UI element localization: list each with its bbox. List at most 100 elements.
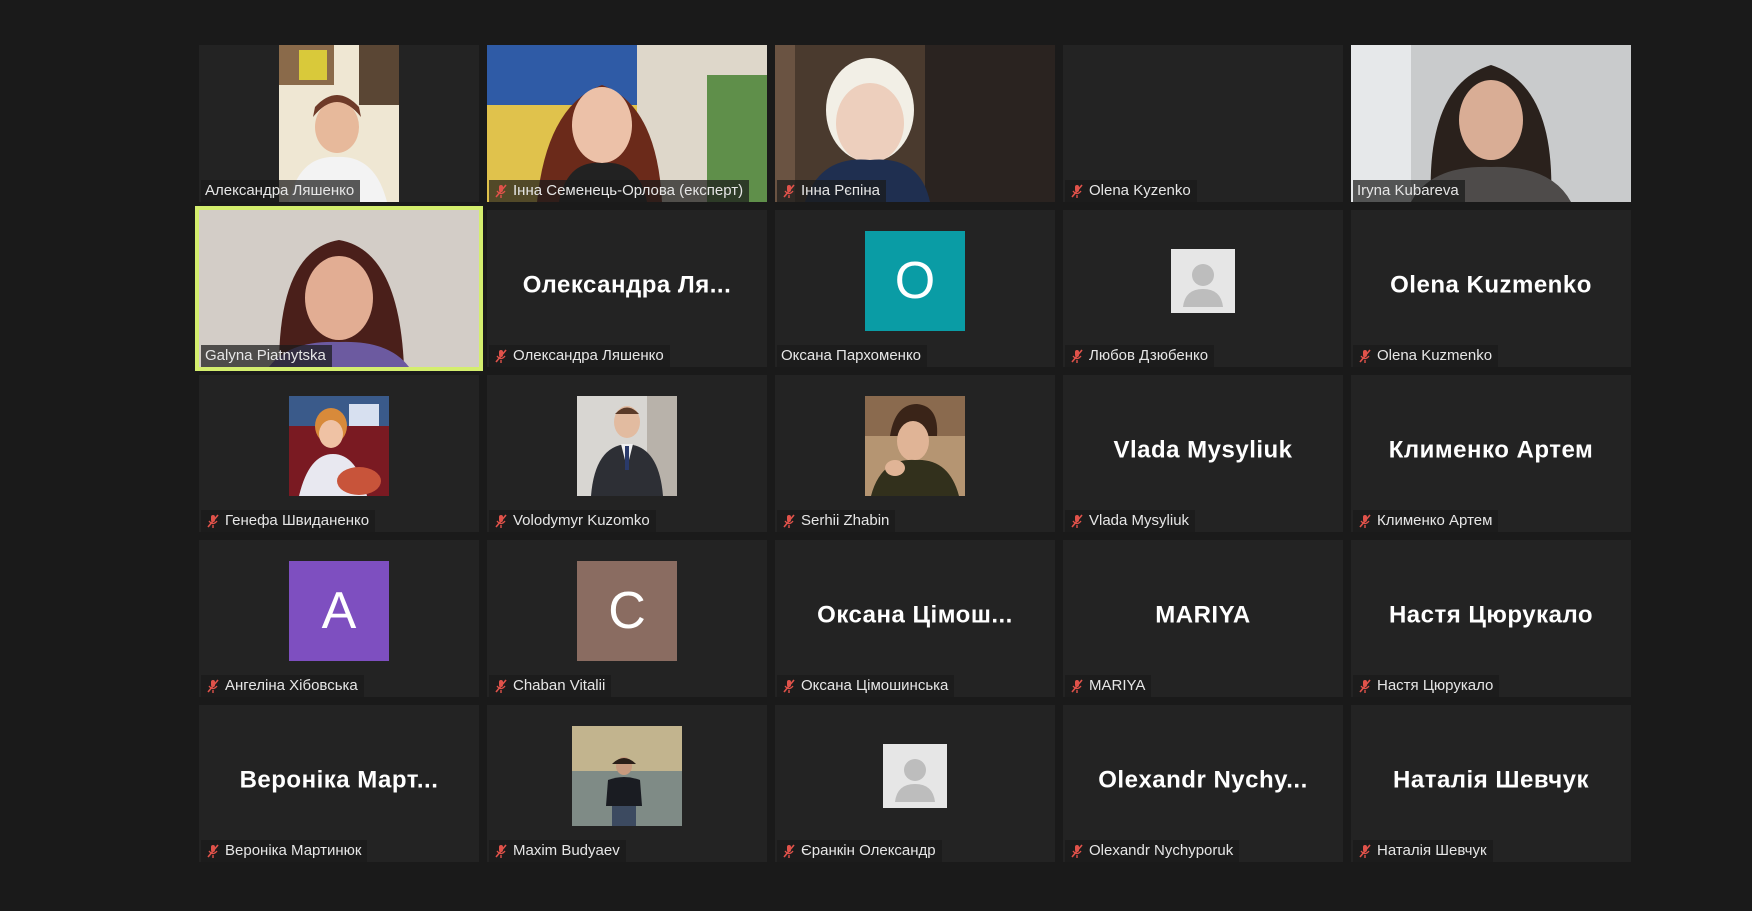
letter-avatar: O xyxy=(865,230,965,331)
video-feed xyxy=(1351,45,1631,202)
participant-name: Volodymyr Kuzomko xyxy=(513,512,650,529)
participant-name: Maxim Budyaev xyxy=(513,842,620,859)
participant-name-tag: Olena Kyzenko xyxy=(1065,180,1197,202)
participant-tile[interactable]: Serhii Zhabin xyxy=(775,375,1055,532)
participant-tile[interactable]: O Оксана Пархоменко xyxy=(775,210,1055,367)
participant-tile[interactable]: Інна Семенець-Орлова (експерт) xyxy=(487,45,767,202)
participant-name: Vlada Mysyliuk xyxy=(1089,512,1190,529)
participant-name: Оксана Пархоменко xyxy=(781,347,922,364)
participant-name: Chaban Vitalii xyxy=(513,677,606,694)
participant-display-name: Наталія Шевчук xyxy=(1393,766,1589,794)
participant-name: Наталія Шевчук xyxy=(1377,842,1487,859)
participant-tile[interactable]: Любов Дзюбенко xyxy=(1063,210,1343,367)
participant-display-name: Vlada Mysyliuk xyxy=(1113,436,1293,464)
participant-name: Оксана Цімошинська xyxy=(801,677,949,694)
participant-name: MARIYA xyxy=(1089,677,1146,694)
muted-mic-icon xyxy=(783,514,795,528)
participant-name: Вероніка Мартинюк xyxy=(225,842,362,859)
participant-display-name: Вероніка Март... xyxy=(239,766,439,794)
participant-tile[interactable]: Наталія Шевчук Наталія Шевчук xyxy=(1351,705,1631,862)
participant-name-tag: Оксана Пархоменко xyxy=(777,345,928,367)
participant-tile-active-speaker[interactable]: Galyna Piatnytska xyxy=(195,206,483,371)
profile-photo xyxy=(577,395,677,496)
participant-name-tag: Любов Дзюбенко xyxy=(1065,345,1215,367)
participant-name-tag: Александра Ляшенко xyxy=(201,180,361,202)
participant-name-tag: Galyna Piatnytska xyxy=(201,345,332,367)
participant-tile[interactable]: Єранкін Олександр xyxy=(775,705,1055,862)
participant-tile[interactable]: Вероніка Март... Вероніка Мартинюк xyxy=(199,705,479,862)
participant-tile[interactable]: Maxim Budyaev xyxy=(487,705,767,862)
participant-name: Любов Дзюбенко xyxy=(1089,347,1209,364)
participant-name: Інна Семенець-Орлова (експерт) xyxy=(513,182,744,199)
muted-mic-icon xyxy=(495,514,507,528)
muted-mic-icon xyxy=(207,514,219,528)
participant-name-tag: MARIYA xyxy=(1065,675,1152,697)
participant-name: Настя Цюрукало xyxy=(1377,677,1494,694)
participant-name: Олександра Ляшенко xyxy=(513,347,664,364)
muted-mic-icon xyxy=(1071,184,1083,198)
participant-tile[interactable]: Volodymyr Kuzomko xyxy=(487,375,767,532)
participant-tile[interactable]: Олександра Ля... Олександра Ляшенко xyxy=(487,210,767,367)
participant-name: Єранкін Олександр xyxy=(801,842,936,859)
participant-name: Ангеліна Хібовська xyxy=(225,677,358,694)
muted-mic-icon xyxy=(207,679,219,693)
participant-tile[interactable]: Настя Цюрукало Настя Цюрукало xyxy=(1351,540,1631,697)
participant-tile[interactable]: Александра Ляшенко xyxy=(199,45,479,202)
participant-name-tag: Настя Цюрукало xyxy=(1353,675,1500,697)
participant-display-name: Настя Цюрукало xyxy=(1388,601,1594,629)
participant-tile[interactable]: Клименко Артем Клименко Артем xyxy=(1351,375,1631,532)
muted-mic-icon xyxy=(1359,349,1371,363)
participant-tile[interactable]: Vlada Mysyliuk Vlada Mysyliuk xyxy=(1063,375,1343,532)
participant-name-tag: Наталія Шевчук xyxy=(1353,840,1493,862)
participant-display-name: Olexandr Nychy... xyxy=(1098,766,1308,794)
participant-tile[interactable]: Інна Рєпіна xyxy=(775,45,1055,202)
participant-name-tag: Ангеліна Хібовська xyxy=(201,675,364,697)
muted-mic-icon xyxy=(1071,679,1083,693)
participant-tile[interactable]: Olena Kuzmenko Olena Kuzmenko xyxy=(1351,210,1631,367)
participant-name-tag: Інна Рєпіна xyxy=(777,180,886,202)
participant-tile[interactable]: Olena Kyzenko xyxy=(1063,45,1343,202)
muted-mic-icon xyxy=(783,844,795,858)
muted-mic-icon xyxy=(1071,349,1083,363)
participant-tile[interactable]: C Chaban Vitalii xyxy=(487,540,767,697)
participant-name-tag: Iryna Kubareva xyxy=(1353,180,1465,202)
participant-name: Serhii Zhabin xyxy=(801,512,890,529)
participant-tile[interactable]: Оксана Цімош... Оксана Цімошинська xyxy=(775,540,1055,697)
participant-name: Galyna Piatnytska xyxy=(205,347,326,364)
video-feed xyxy=(199,210,479,367)
muted-mic-icon xyxy=(1359,514,1371,528)
participant-tile[interactable]: Генефа Швиданенко xyxy=(199,375,479,532)
participant-tile[interactable]: Iryna Kubareva xyxy=(1351,45,1631,202)
muted-mic-icon xyxy=(495,184,507,198)
participant-name: Olena Kuzmenko xyxy=(1377,347,1493,364)
muted-mic-icon xyxy=(1071,514,1083,528)
participant-name: Olena Kyzenko xyxy=(1089,182,1191,199)
muted-mic-icon xyxy=(207,844,219,858)
participant-name-tag: Клименко Артем xyxy=(1353,510,1499,532)
muted-mic-icon xyxy=(495,349,507,363)
participant-display-name: Olena Kuzmenko xyxy=(1390,271,1592,299)
participant-name: Генефа Швиданенко xyxy=(225,512,370,529)
muted-mic-icon xyxy=(1071,844,1083,858)
muted-mic-icon xyxy=(1359,844,1371,858)
participant-tile[interactable]: MARIYA MARIYA xyxy=(1063,540,1343,697)
participant-name: Клименко Артем xyxy=(1377,512,1493,529)
letter-avatar: C xyxy=(577,560,677,661)
video-feed xyxy=(775,45,1055,202)
profile-photo xyxy=(289,395,389,496)
participant-name: Iryna Kubareva xyxy=(1357,182,1459,199)
participant-name-tag: Olena Kuzmenko xyxy=(1353,345,1499,367)
participant-name-tag: Інна Семенець-Орлова (експерт) xyxy=(489,180,750,202)
participant-name-tag: Vlada Mysyliuk xyxy=(1065,510,1196,532)
participant-tile[interactable]: Olexandr Nychy... Olexandr Nychyporuk xyxy=(1063,705,1343,862)
letter-avatar: A xyxy=(289,560,389,661)
participant-name-tag: Olexandr Nychyporuk xyxy=(1065,840,1240,862)
participant-tile[interactable]: A Ангеліна Хібовська xyxy=(199,540,479,697)
muted-mic-icon xyxy=(495,679,507,693)
participant-name: Olexandr Nychyporuk xyxy=(1089,842,1234,859)
default-avatar-icon xyxy=(1171,248,1235,313)
participant-display-name: Клименко Артем xyxy=(1388,436,1594,464)
video-feed xyxy=(487,45,767,202)
muted-mic-icon xyxy=(783,184,795,198)
participant-display-name: Олександра Ля... xyxy=(522,271,732,299)
